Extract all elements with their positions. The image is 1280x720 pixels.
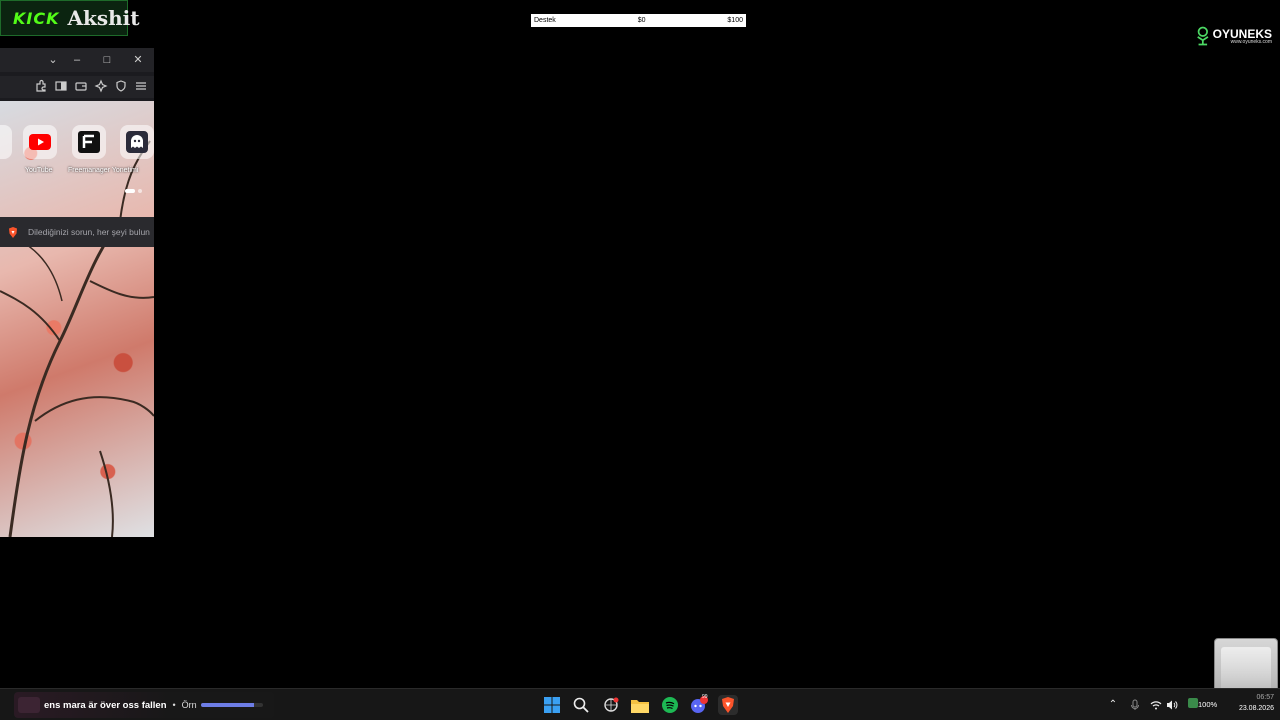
clock-time: 06:57: [1256, 694, 1274, 701]
page-indicator-active[interactable]: [125, 189, 135, 193]
youtube-icon: [29, 134, 51, 150]
vpn-shield-icon[interactable]: [114, 79, 128, 93]
album-art: [18, 697, 40, 713]
battery-icon[interactable]: [1188, 698, 1198, 708]
artist-name: Örn: [181, 700, 197, 710]
taskbar-file-explorer[interactable]: [630, 695, 650, 715]
taskbar: ens mara är över oss fallen • Örn 99 ⌃ 1…: [0, 688, 1280, 720]
sponsor-logo: OYUNEKS www.oyuneks.com: [1196, 22, 1272, 50]
maximize-button[interactable]: □: [100, 53, 114, 67]
separator: •: [172, 700, 176, 710]
wallet-icon[interactable]: [74, 79, 88, 93]
donation-goal-bar: Destek $0 $100: [531, 14, 746, 27]
battery-percent: 100%: [1198, 700, 1218, 709]
taskbar-chatgpt[interactable]: [601, 695, 621, 715]
start-button[interactable]: [542, 695, 562, 715]
playback-progress-fill: [201, 703, 254, 707]
shortcut-label: YouTube: [25, 167, 53, 174]
spotify-icon: [662, 697, 678, 713]
song-title: ens mara är över oss fallen: [44, 699, 167, 711]
taskbar-spotify[interactable]: [660, 695, 680, 715]
shortcut-youtube[interactable]: [23, 125, 57, 159]
chevron-up-icon[interactable]: ⌃: [1107, 699, 1119, 711]
search-placeholder: Dilediğinizi sorun, her şeyi bulun: [28, 227, 150, 237]
kick-overlay: KICK Akshit: [0, 0, 140, 36]
file-explorer-icon: [631, 699, 649, 713]
windows-start-icon: [544, 697, 560, 713]
taskbar-discord[interactable]: 99: [689, 694, 709, 715]
browser-toolbar: [0, 76, 154, 98]
brave-icon: [722, 697, 734, 713]
chatgpt-icon: [604, 697, 619, 712]
wifi-icon[interactable]: [1150, 699, 1162, 711]
playback-progress[interactable]: [201, 703, 263, 707]
brave-icon: [9, 226, 17, 238]
donation-current: $0: [637, 17, 646, 24]
clock-date: 23.08.2026: [1238, 705, 1274, 712]
channel-name: Akshit: [67, 6, 140, 30]
search-box[interactable]: Dilediğinizi sorun, her şeyi bulun: [0, 217, 154, 247]
browser-window[interactable]: ⌄ – □ ✕ YouTube Freemanager Yonetimi Dil…: [0, 48, 154, 537]
shortcut-tile-partial[interactable]: [0, 125, 12, 159]
sponsor-url: www.oyuneks.com: [1230, 38, 1272, 45]
shortcut-ghost[interactable]: [120, 125, 154, 159]
shortcut-freemanager[interactable]: [72, 125, 106, 159]
extensions-icon[interactable]: [34, 79, 48, 93]
chevron-down-icon[interactable]: ⌄: [46, 53, 60, 67]
clock[interactable]: 06:57 23.08.2026: [1222, 692, 1274, 714]
ghost-icon: [126, 131, 148, 153]
taskbar-brave[interactable]: [718, 695, 738, 715]
oyuneks-mascot-icon: [1197, 26, 1209, 46]
donation-goal: $100: [727, 17, 743, 24]
shortcut-label: Freemanager Yonetimi: [68, 167, 139, 174]
media-widget[interactable]: ens mara är över oss fallen • Örn: [14, 692, 274, 718]
f-letter-icon: [78, 131, 100, 153]
discord-badge: 99: [702, 694, 708, 700]
donation-label: Destek: [534, 17, 556, 24]
title-bar: ⌄ – □ ✕: [0, 48, 154, 72]
leo-ai-icon[interactable]: [94, 79, 108, 93]
volume-icon[interactable]: [1166, 699, 1178, 711]
kick-logo: KICK: [13, 8, 60, 28]
close-button[interactable]: ✕: [131, 53, 145, 67]
sidebar-icon[interactable]: [54, 79, 68, 93]
taskbar-search-button[interactable]: [571, 695, 591, 715]
page-indicator[interactable]: [138, 189, 142, 193]
minimize-button[interactable]: –: [70, 53, 84, 67]
sponsor-name: OYUNEKS: [1212, 26, 1272, 41]
search-icon: [573, 697, 589, 713]
menu-icon[interactable]: [134, 79, 148, 93]
microphone-icon[interactable]: [1129, 699, 1141, 711]
new-tab-page: YouTube Freemanager Yonetimi Dilediğiniz…: [0, 101, 154, 537]
